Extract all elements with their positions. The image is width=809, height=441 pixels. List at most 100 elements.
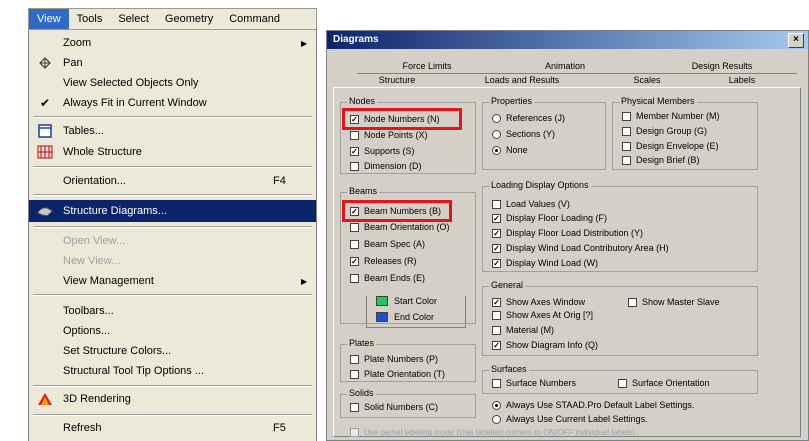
menu-item-structure-diagrams[interactable]: Structure Diagrams... [29, 200, 316, 222]
checkbox[interactable] [492, 199, 501, 209]
menu-item-view-selected[interactable]: View Selected Objects Only [29, 72, 316, 94]
checkbox[interactable] [622, 111, 631, 121]
option-floor-load-distribution[interactable]: ✓ Display Floor Load Distribution (Y) [492, 227, 643, 239]
checkbox[interactable] [622, 141, 631, 151]
checkbox[interactable]: ✓ [350, 146, 359, 156]
radio-default-label-settings[interactable]: Always Use STAAD.Pro Default Label Setti… [492, 399, 694, 411]
checkbox[interactable] [622, 155, 631, 165]
menubar-view[interactable]: View [29, 9, 69, 29]
option-show-axes-window[interactable]: ✓ Show Axes Window [492, 296, 585, 308]
beam-numbers-highlight [342, 200, 452, 222]
menu-item-options[interactable]: Options... [29, 320, 316, 342]
radio-none[interactable]: None [492, 144, 528, 156]
tab-design-results[interactable]: Design Results [657, 60, 787, 73]
option-surface-numbers[interactable]: Surface Numbers [492, 377, 576, 389]
option-beam-orientation[interactable]: Beam Orientation (O) [350, 221, 450, 233]
option-solid-numbers[interactable]: Solid Numbers (C) [350, 401, 438, 413]
tab-structure[interactable]: Structure [347, 74, 447, 87]
radio-references[interactable]: References (J) [492, 112, 565, 124]
option-display-wind-load[interactable]: ✓ Display Wind Load (W) [492, 257, 598, 269]
menu-item-label: Structure Diagrams... [63, 205, 167, 217]
radio-button[interactable] [492, 113, 501, 123]
end-color-swatch[interactable] [376, 312, 388, 322]
option-show-diagram-info[interactable]: ✓ Show Diagram Info (Q) [492, 339, 598, 351]
end-color-picker[interactable]: End Color [376, 311, 434, 323]
option-display-floor-loading[interactable]: ✓ Display Floor Loading (F) [492, 212, 607, 224]
tab-force-limits[interactable]: Force Limits [367, 60, 487, 73]
checkbox[interactable] [350, 130, 359, 140]
menu-item-orientation[interactable]: Orientation... F4 [29, 170, 316, 192]
tab-labels[interactable]: Labels [707, 74, 777, 87]
menu-item-toolbars[interactable]: Toolbars... [29, 300, 316, 322]
option-node-points[interactable]: Node Points (X) [350, 129, 428, 141]
option-surface-orientation[interactable]: Surface Orientation [618, 377, 710, 389]
checkbox[interactable] [492, 378, 501, 388]
tab-loads-and-results[interactable]: Loads and Results [462, 74, 582, 87]
checkbox[interactable] [628, 297, 637, 307]
checkbox[interactable] [350, 369, 359, 379]
option-plate-numbers[interactable]: Plate Numbers (P) [350, 353, 438, 365]
option-design-envelope[interactable]: Design Envelope (E) [622, 140, 719, 152]
option-dimension[interactable]: Dimension (D) [350, 160, 422, 172]
option-material[interactable]: Material (M) [492, 324, 554, 336]
checkbox[interactable]: ✓ [492, 297, 501, 307]
menubar-tools[interactable]: Tools [69, 13, 111, 25]
menu-item-tool-tip-options[interactable]: Structural Tool Tip Options ... [29, 360, 316, 382]
tab-animation[interactable]: Animation [505, 60, 625, 73]
menu-item-zoom[interactable]: Zoom ▶ [29, 32, 316, 54]
menubar-command[interactable]: Command [221, 13, 288, 25]
menu-item-refresh[interactable]: Refresh F5 [29, 417, 316, 439]
option-label: Sections (Y) [506, 129, 556, 139]
checkbox[interactable] [622, 126, 631, 136]
menubar-geometry[interactable]: Geometry [157, 13, 221, 25]
option-show-axes-at-origin[interactable]: Show Axes At Orig [?] [492, 309, 593, 321]
checkbox[interactable] [350, 239, 359, 249]
radio-current-label-settings[interactable]: Always Use Current Label Settings. [492, 413, 648, 425]
checkbox[interactable] [492, 310, 501, 320]
radio-button[interactable] [492, 400, 501, 410]
option-load-values[interactable]: Load Values (V) [492, 198, 570, 210]
checkbox[interactable]: ✓ [492, 213, 501, 223]
checkbox[interactable]: ✓ [492, 228, 501, 238]
radio-button[interactable] [492, 145, 501, 155]
menu-item-set-structure-colors[interactable]: Set Structure Colors... [29, 340, 316, 362]
radio-button[interactable] [492, 129, 501, 139]
checkbox[interactable] [350, 354, 359, 364]
start-color-swatch[interactable] [376, 296, 388, 306]
close-button[interactable]: × [788, 33, 804, 48]
option-design-group[interactable]: Design Group (G) [622, 125, 707, 137]
checkbox[interactable] [350, 161, 359, 171]
checkbox[interactable] [350, 222, 359, 232]
option-show-master-slave[interactable]: Show Master Slave [628, 296, 720, 308]
start-color-picker[interactable]: Start Color [376, 295, 437, 307]
option-plate-orientation[interactable]: Plate Orientation (T) [350, 368, 445, 380]
group-title: Surfaces [489, 364, 529, 374]
radio-sections[interactable]: Sections (Y) [492, 128, 555, 140]
tab-scales[interactable]: Scales [617, 74, 677, 87]
option-beam-ends[interactable]: Beam Ends (E) [350, 272, 425, 284]
option-releases[interactable]: ✓ Releases (R) [350, 255, 417, 267]
menubar-select[interactable]: Select [110, 13, 157, 25]
menu-item-whole-structure[interactable]: Whole Structure [29, 141, 316, 163]
checkbox[interactable]: ✓ [492, 340, 501, 350]
menu-item-always-fit[interactable]: ✔ Always Fit in Current Window [29, 92, 316, 114]
checkbox[interactable]: ✓ [492, 243, 501, 253]
option-member-number[interactable]: Member Number (M) [622, 110, 720, 122]
checkbox[interactable] [350, 402, 359, 412]
option-supports[interactable]: ✓ Supports (S) [350, 145, 415, 157]
menu-item-view-management[interactable]: View Management ▶ [29, 270, 316, 292]
option-design-brief[interactable]: Design Brief (B) [622, 154, 700, 166]
checkbox[interactable] [492, 325, 501, 335]
checkbox[interactable] [350, 273, 359, 283]
checkbox[interactable]: ✓ [350, 256, 359, 266]
option-beam-spec[interactable]: Beam Spec (A) [350, 238, 425, 250]
menu-item-pan[interactable]: Pan [29, 52, 316, 74]
checkbox[interactable] [618, 378, 627, 388]
option-wind-contributory-area[interactable]: ✓ Display Wind Load Contributory Area (H) [492, 242, 669, 254]
radio-button[interactable] [492, 414, 501, 424]
structure-diagrams-icon [37, 203, 53, 219]
option-label: Show Diagram Info (Q) [506, 340, 599, 350]
checkbox[interactable]: ✓ [492, 258, 501, 268]
menu-item-3d-rendering[interactable]: 3D Rendering [29, 388, 316, 410]
menu-item-tables[interactable]: Tables... [29, 120, 316, 142]
